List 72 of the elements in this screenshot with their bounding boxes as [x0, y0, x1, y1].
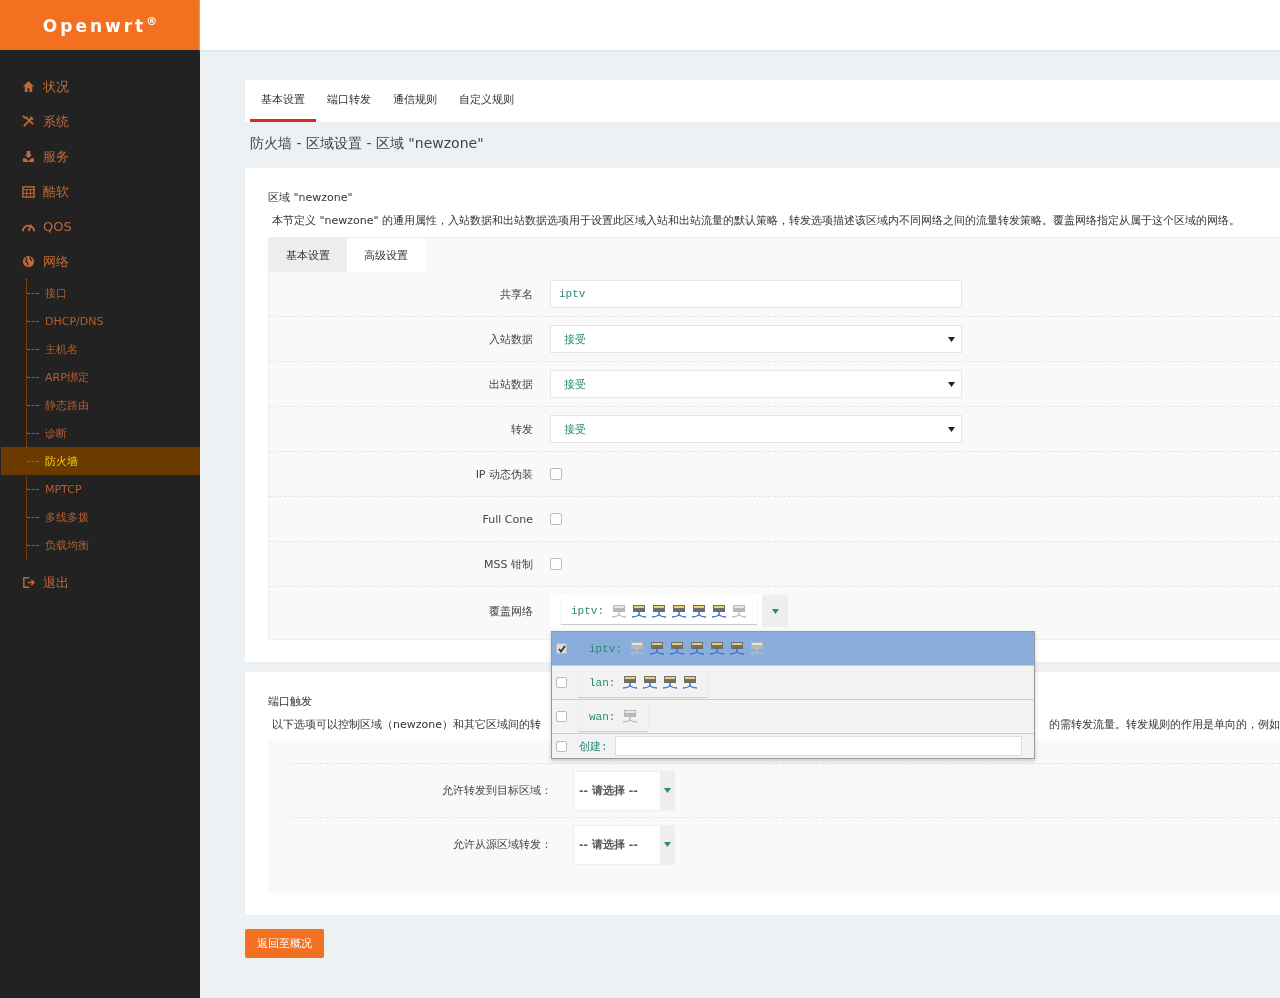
section-description: 本节定义 "newzone" 的通用属性，入站数据和出站数据选项用于设置此区域入站和出站流量的默认策略，转发选项描述该区域内不同网络之间的流量转发策略。覆盖网络指定从属于这个区域的网络。 [272, 213, 1242, 228]
checkbox[interactable] [556, 740, 567, 752]
checkbox[interactable] [550, 512, 562, 525]
nav-subitem[interactable]: 诊断 [1, 419, 200, 447]
create-label: 创建: [579, 739, 608, 754]
nav-subitem[interactable]: DHCP/DNS [1, 307, 200, 335]
field-label: Full Cone [481, 512, 533, 526]
caret-icon [771, 608, 779, 614]
nav-subitem[interactable]: 负载均衡 [1, 531, 200, 559]
caret-icon [948, 426, 955, 432]
dropdown-option[interactable]: lan: [552, 666, 1034, 700]
section-title: 端口触发 [268, 694, 313, 709]
caret-icon [663, 842, 671, 847]
page-title: 防火墙 - 区域设置 - 区域 "newzone" [250, 135, 485, 153]
field-label: MSS 钳制 [483, 556, 533, 572]
field-label: 允许转发到目标区域： [441, 783, 552, 798]
input-field[interactable] [614, 736, 1022, 756]
nav-subitem[interactable]: MPTCP [1, 475, 200, 503]
checkbox[interactable] [556, 711, 567, 722]
tab[interactable]: 自定义规则 [448, 80, 525, 122]
network-select[interactable]: iptv: [550, 595, 788, 627]
logout-icon [22, 576, 35, 589]
select-field[interactable]: 接受 [550, 415, 962, 443]
tab[interactable]: 高级设置 [347, 238, 425, 272]
caret-icon [663, 788, 671, 793]
field-label: 转发 [510, 421, 533, 437]
caret-icon [948, 336, 955, 342]
nav-subitem[interactable]: 防火墙 [1, 447, 200, 475]
section-description: 的需转发流量。转发规则的作用是单向的，例如 [1049, 717, 1280, 732]
nav-item[interactable]: QOS [0, 209, 200, 244]
field-label: 共享名 [499, 286, 533, 302]
input-field[interactable]: iptv [550, 280, 962, 308]
select-field[interactable]: 接受 [550, 370, 962, 398]
dropdown-option[interactable]: wan: [552, 700, 1034, 734]
section-description: 以下选项可以控制区域（newzone）和其它区域间的转 [272, 717, 541, 732]
field-label: 允许从源区域转发： [452, 837, 552, 852]
nav-item[interactable]: 退出 [0, 565, 200, 600]
nav-subitem[interactable]: 主机名 [1, 335, 200, 363]
nav-subitem[interactable]: 接口 [1, 279, 200, 307]
section-title: 区域 "newzone" [268, 190, 354, 205]
nav-item[interactable]: 系统 [0, 104, 200, 139]
tab[interactable]: 端口转发 [316, 80, 382, 122]
home-icon [22, 80, 35, 93]
globe-icon [22, 255, 35, 268]
nav-subitem[interactable]: 静态路由 [1, 391, 200, 419]
checkbox[interactable] [556, 643, 567, 654]
nav-item[interactable]: 服务 [0, 139, 200, 174]
field-label: 入站数据 [488, 331, 533, 347]
checkbox[interactable] [550, 467, 562, 480]
nav-item[interactable]: 酷软 [0, 174, 200, 209]
select-field[interactable]: -- 请选择 -- [573, 824, 675, 865]
caret-icon [948, 381, 955, 387]
field-label: 覆盖网络 [488, 603, 533, 619]
back-button[interactable]: 返回至概况 [245, 929, 324, 958]
field-label: 出站数据 [488, 376, 533, 392]
checkbox[interactable] [550, 557, 562, 570]
nav-item[interactable]: 状况 [0, 69, 200, 104]
nav-subitem[interactable]: 多线多拨 [1, 503, 200, 531]
tab[interactable]: 通信规则 [382, 80, 448, 122]
checkbox[interactable] [556, 677, 567, 688]
calendar-icon [22, 185, 35, 198]
tab[interactable]: 基本设置 [269, 238, 347, 272]
logo-text: Openwrt$^{®}$ [42, 14, 158, 36]
tools-icon [22, 115, 35, 128]
field-label: IP 动态伪装 [474, 466, 533, 482]
select-field[interactable]: 接受 [550, 325, 962, 353]
check-icon [557, 644, 566, 653]
select-field[interactable]: -- 请选择 -- [573, 770, 675, 811]
tab[interactable]: 基本设置 [250, 80, 316, 122]
download-icon [22, 150, 35, 163]
nav-subitem[interactable]: ARP绑定 [1, 363, 200, 391]
nav-item[interactable]: 网络 [0, 244, 200, 279]
